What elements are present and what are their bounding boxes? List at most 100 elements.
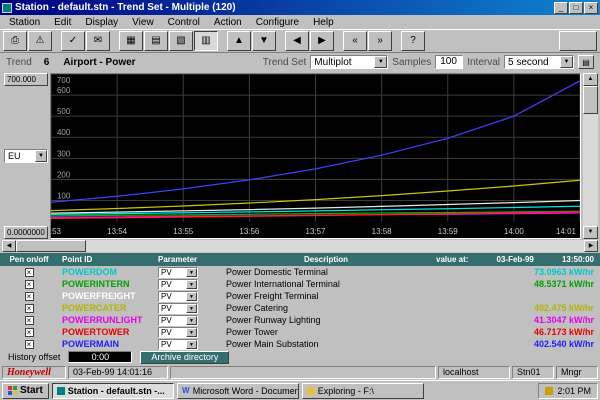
overview-display-button[interactable]: ▦ [119, 31, 143, 51]
titlebar[interactable]: Station - default.stn - Trend Set - Mult… [0, 0, 600, 15]
menu-edit[interactable]: Edit [47, 17, 78, 28]
pen-checkbox[interactable]: × [25, 304, 34, 313]
pen-checkbox[interactable]: × [25, 340, 34, 349]
start-label: Start [20, 385, 43, 396]
group-display-button[interactable]: ▤ [144, 31, 168, 51]
print-button[interactable]: ⎙ [3, 31, 27, 51]
fast-back-button[interactable]: « [343, 31, 367, 51]
chevron-down-icon[interactable]: ▼ [560, 56, 573, 68]
samples-field[interactable]: 100 [435, 55, 463, 69]
previous-display-button[interactable]: ◀ [285, 31, 309, 51]
menu-station[interactable]: Station [2, 17, 47, 28]
y-max-box[interactable]: 700.000 [4, 73, 48, 86]
interval-select[interactable]: 5 second ▼ [504, 55, 574, 69]
point-value: 402.475 kW/hr [430, 303, 600, 313]
parameter-select[interactable]: PV ▼ [158, 303, 198, 314]
taskbar-task[interactable]: Station - default.stn -... [52, 383, 174, 399]
detail-display-button[interactable]: ▧ [169, 31, 193, 51]
task-icon [307, 387, 315, 395]
maximize-button[interactable]: □ [569, 2, 583, 14]
point-id: POWERINTERN [58, 279, 158, 289]
horizontal-scrollbar[interactable]: ◀ ▶ [2, 240, 598, 252]
menu-help[interactable]: Help [306, 17, 341, 28]
scroll-up-icon[interactable]: ▲ [583, 73, 598, 86]
parameter-value: PV [161, 304, 172, 313]
x-axis-tick-label: 13:55 [173, 227, 193, 236]
menu-action[interactable]: Action [207, 17, 249, 28]
scrollbar-thumb[interactable] [16, 240, 86, 252]
archive-directory-button[interactable]: Archive directory [140, 351, 229, 364]
trend-display-button[interactable]: ▥ [194, 31, 218, 51]
page-down-button[interactable]: ▼ [252, 31, 276, 51]
tray-icon[interactable] [545, 387, 553, 395]
point-description: Power Tower [222, 327, 430, 337]
help-button[interactable]: ? [401, 31, 425, 51]
x-axis-tick-label: 13:57 [306, 227, 326, 236]
trend-set-select[interactable]: Multiplot ▼ [310, 55, 388, 69]
history-offset-field[interactable]: 0:00 [68, 351, 132, 363]
point-description: Power International Terminal [222, 279, 430, 289]
trend-options-button[interactable]: ▤ [578, 55, 594, 69]
y-min-box[interactable]: 0.0000000 [4, 226, 48, 239]
station-window: Station - default.stn - Trend Set - Mult… [0, 0, 600, 380]
history-bar: History offset 0:00 Archive directory [0, 350, 600, 364]
header-point-id: Point ID [58, 255, 158, 264]
legend-row-powerfreight: ×POWERFREIGHTPV▼Power Freight Terminal [0, 290, 600, 302]
taskbar-task[interactable]: WMicrosoft Word - Document1 [177, 383, 299, 399]
chevron-down-icon[interactable]: ▼ [186, 280, 197, 289]
parameter-select[interactable]: PV ▼ [158, 315, 198, 326]
menu-view[interactable]: View [125, 17, 161, 28]
scrollbar-track[interactable] [86, 240, 584, 252]
pen-checkbox[interactable]: × [25, 292, 34, 301]
next-display-button[interactable]: ▶ [310, 31, 334, 51]
menu-configure[interactable]: Configure [249, 17, 306, 28]
pen-checkbox[interactable]: × [25, 280, 34, 289]
acknowledge-button[interactable]: ✓ [61, 31, 85, 51]
message-pad-button[interactable]: ✉ [86, 31, 110, 51]
chevron-down-icon[interactable]: ▼ [186, 304, 197, 313]
menu-display[interactable]: Display [78, 17, 125, 28]
pen-checkbox[interactable]: × [25, 316, 34, 325]
fast-forward-button[interactable]: » [368, 31, 392, 51]
alarm-page-button[interactable]: ⚠ [28, 31, 52, 51]
parameter-select[interactable]: PV▼ [158, 339, 198, 350]
close-button[interactable]: × [584, 2, 598, 14]
parameter-select[interactable]: PV▼ [158, 327, 198, 338]
status-datetime: 03-Feb-99 14:01:16 [68, 366, 168, 379]
scroll-down-icon[interactable]: ▼ [583, 226, 598, 239]
taskbar-task[interactable]: Exploring - F:\ [302, 383, 424, 399]
chevron-down-icon[interactable]: ▼ [186, 292, 197, 301]
scroll-left-icon[interactable]: ◀ [2, 240, 16, 252]
parameter-value: PV [161, 316, 172, 325]
page-up-button[interactable]: ▲ [227, 31, 251, 51]
minimize-button[interactable]: _ [554, 2, 568, 14]
point-description: Power Runway Lighting [222, 315, 430, 325]
chevron-down-icon[interactable]: ▼ [35, 150, 47, 162]
point-value: 73.0963 kW/hr [430, 267, 600, 277]
chevron-down-icon[interactable]: ▼ [374, 56, 387, 68]
vertical-scrollbar[interactable]: ▲ ▼ [583, 73, 598, 239]
toolbar-separator [53, 31, 60, 51]
start-button[interactable]: Start [2, 383, 49, 399]
point-value: 46.7173 kW/hr [430, 327, 600, 337]
parameter-select[interactable]: PV▼ [158, 267, 198, 278]
scrollbar-thumb[interactable] [583, 86, 598, 114]
chevron-down-icon[interactable]: ▼ [186, 268, 197, 277]
window-title: Station - default.stn - Trend Set - Mult… [15, 2, 236, 13]
pen-checkbox[interactable]: × [25, 328, 34, 337]
pen-checkbox[interactable]: × [25, 268, 34, 277]
chevron-down-icon[interactable]: ▼ [186, 340, 197, 349]
parameter-select[interactable]: PV▼ [158, 279, 198, 290]
scrollbar-track[interactable] [583, 114, 598, 226]
parameter-select[interactable]: PV ▼ [158, 291, 198, 302]
parameter-value: PV [161, 292, 172, 301]
chevron-down-icon[interactable]: ▼ [186, 316, 197, 325]
menu-control[interactable]: Control [161, 17, 207, 28]
chevron-down-icon[interactable]: ▼ [186, 328, 197, 337]
scroll-right-icon[interactable]: ▶ [584, 240, 598, 252]
app-icon [2, 3, 12, 13]
eu-unit-select[interactable]: EU ▼ [4, 149, 48, 163]
trend-plot[interactable]: 10020030040050060070013:5313:5413:5513:5… [50, 73, 581, 239]
x-axis-tick-label: 13:56 [239, 227, 259, 236]
y-axis-tick-label: 400 [57, 128, 71, 137]
